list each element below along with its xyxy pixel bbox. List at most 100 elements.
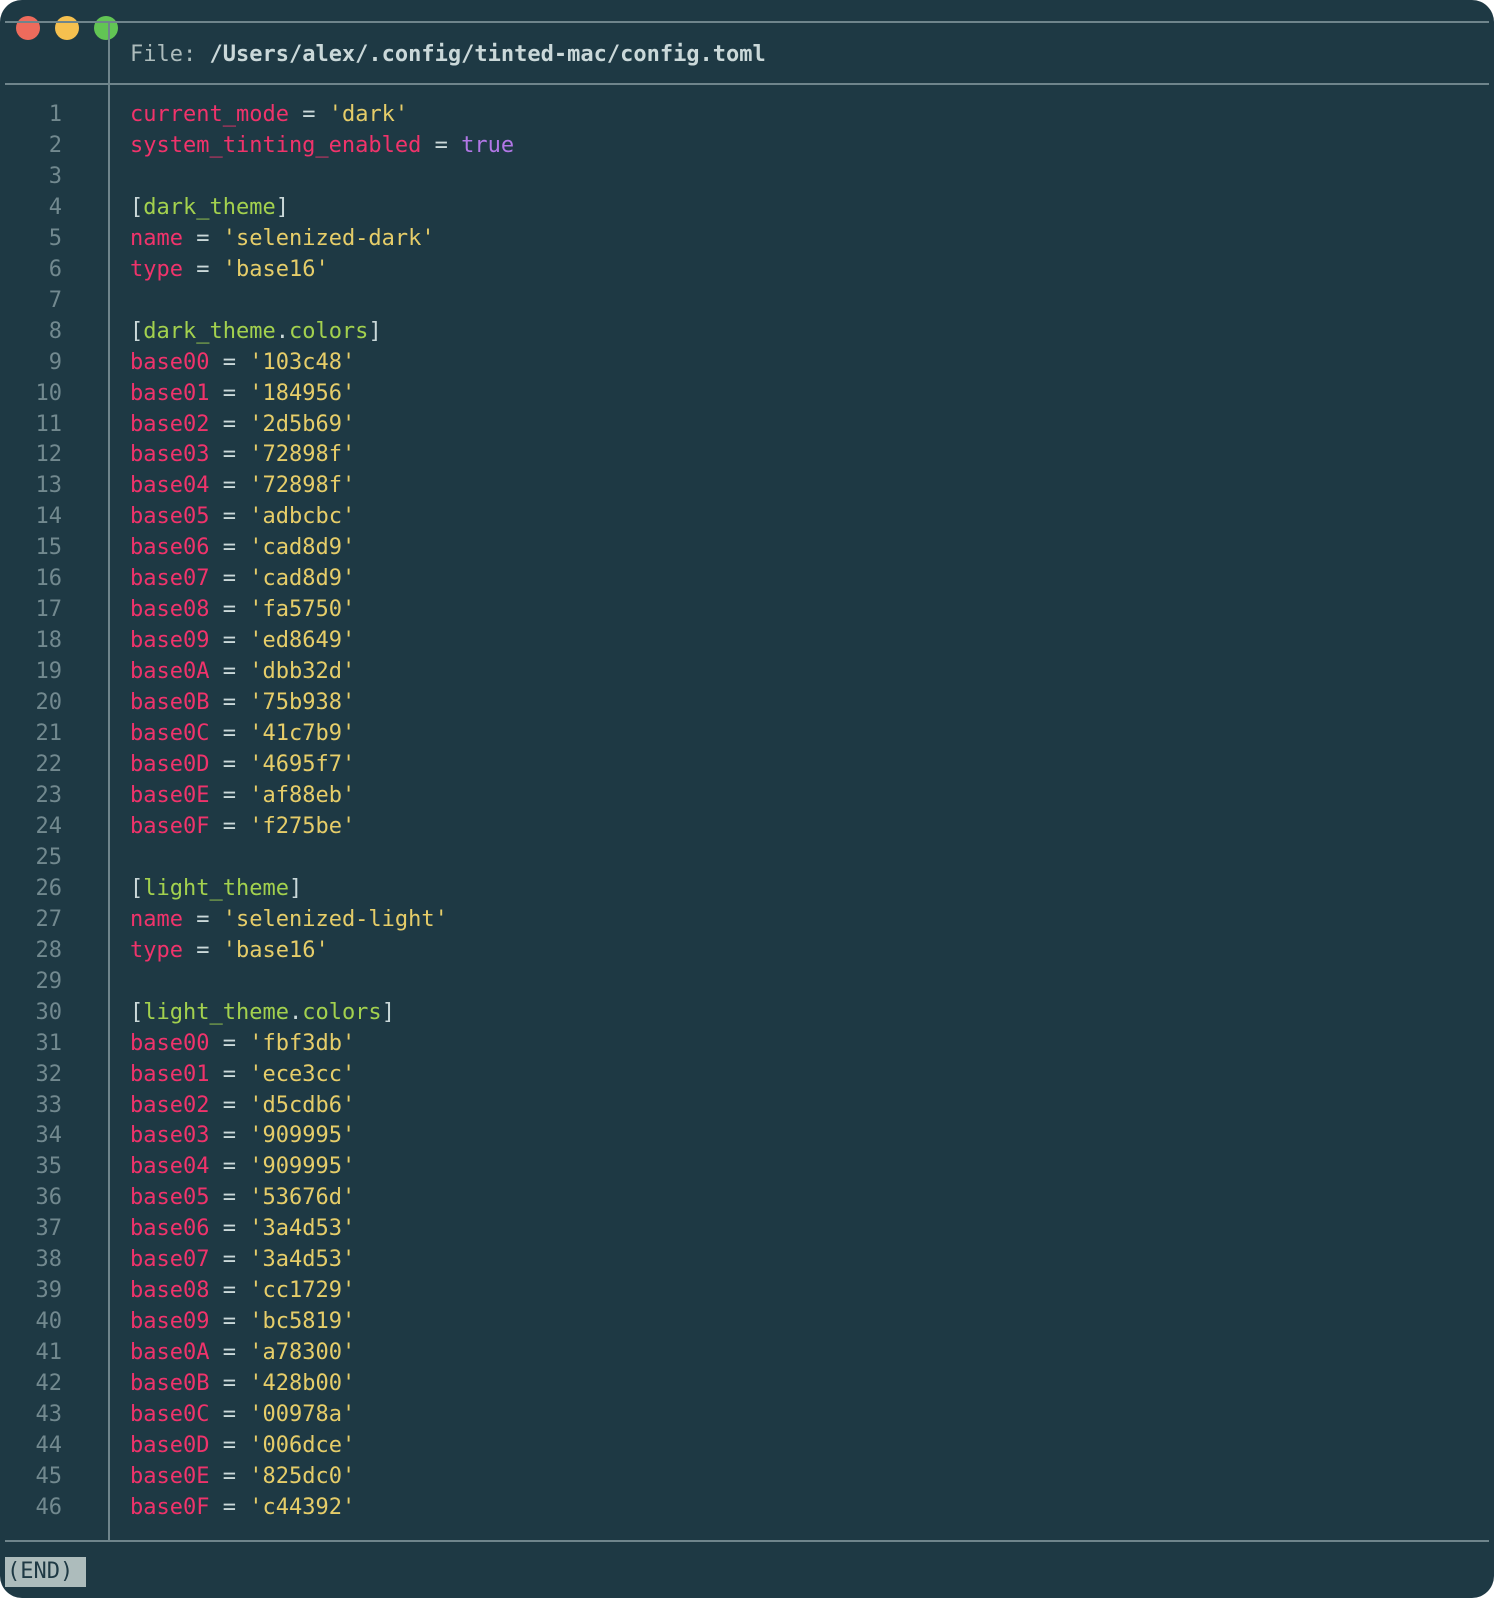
code-line: base00 = 'fbf3db' <box>130 1029 514 1060</box>
toml-string: 'dark' <box>328 102 409 127</box>
toml-string: 'c44392' <box>249 1494 356 1520</box>
toml-equals: = <box>288 102 329 127</box>
toml-equals: = <box>209 721 250 747</box>
line-number: 46 <box>35 1494 63 1520</box>
line-number: 29 <box>35 968 63 994</box>
code-line: base0A = 'dbb32d' <box>130 657 514 688</box>
toml-key: base06 <box>130 1216 210 1242</box>
toml-equals: = <box>209 1309 250 1335</box>
toml-string: '53676d' <box>249 1185 356 1211</box>
header-rule <box>5 83 1489 85</box>
table-bracket-open: [ <box>130 999 144 1025</box>
table-bracket-open: [ <box>130 194 144 220</box>
close-button[interactable] <box>16 16 40 40</box>
toml-equals: = <box>209 349 250 375</box>
line-number: 11 <box>35 411 63 437</box>
code-line: base0D = '006dce' <box>130 1431 514 1462</box>
line-number: 7 <box>48 287 62 313</box>
line-number: 33 <box>35 1092 63 1118</box>
toml-equals: = <box>209 1123 250 1149</box>
table-bracket-open: [ <box>130 318 144 344</box>
line-number: 3 <box>48 163 62 189</box>
line-number: 28 <box>35 937 63 963</box>
line-number: 40 <box>35 1309 63 1335</box>
toml-equals: = <box>209 1371 250 1397</box>
toml-equals: = <box>209 1278 250 1304</box>
toml-key: base0A <box>130 659 210 685</box>
maximize-button[interactable] <box>94 16 118 40</box>
toml-string: 'selenized-light' <box>222 906 448 932</box>
code-line: base06 = '3a4d53' <box>130 1214 514 1245</box>
minimize-button[interactable] <box>55 16 79 40</box>
table-dot: . <box>288 999 303 1025</box>
code-line: base0A = 'a78300' <box>130 1338 514 1369</box>
code-line: name = 'selenized-dark' <box>130 224 514 255</box>
toml-equals: = <box>209 504 250 530</box>
line-number: 39 <box>35 1278 63 1304</box>
line-number: 19 <box>35 659 63 685</box>
line-number: 36 <box>35 1185 63 1211</box>
toml-key: base0F <box>130 813 210 839</box>
code-line: base0C = '41c7b9' <box>130 719 514 750</box>
toml-string: 'cad8d9' <box>249 535 356 561</box>
line-number: 42 <box>35 1371 63 1397</box>
toml-key: base0A <box>130 1340 210 1366</box>
toml-string: '00978a' <box>249 1402 356 1428</box>
line-number: 44 <box>35 1432 63 1458</box>
file-label: File: <box>130 42 210 67</box>
toml-equals: = <box>209 442 250 468</box>
code-line: type = 'base16' <box>130 255 514 286</box>
toml-equals: = <box>209 1402 250 1428</box>
toml-key: base05 <box>130 504 210 530</box>
line-number: 43 <box>35 1402 63 1428</box>
toml-key: base0C <box>130 721 210 747</box>
toml-key: base01 <box>130 380 210 406</box>
toml-equals: = <box>209 1185 250 1211</box>
line-number: 45 <box>35 1463 63 1489</box>
toml-boolean: true <box>461 132 515 158</box>
code-line: system_tinting_enabled = true <box>130 131 514 162</box>
code-line: base04 = '72898f' <box>130 471 514 502</box>
toml-string: 'a78300' <box>249 1340 356 1366</box>
toml-key: base03 <box>130 1123 210 1149</box>
toml-key: base00 <box>130 1030 210 1056</box>
pager-status: (END) <box>5 1557 87 1587</box>
toml-string: 'ece3cc' <box>249 1061 356 1087</box>
toml-equals: = <box>182 906 223 932</box>
line-number: 38 <box>35 1247 63 1273</box>
toml-string: 'base16' <box>222 937 329 963</box>
toml-equals: = <box>209 597 250 623</box>
line-number: 34 <box>35 1123 63 1149</box>
toml-key: base09 <box>130 1309 210 1335</box>
line-number: 37 <box>35 1216 63 1242</box>
toml-equals: = <box>209 1092 250 1118</box>
code-line: base09 = 'ed8649' <box>130 626 514 657</box>
line-number: 1 <box>48 102 62 127</box>
toml-string: '75b938' <box>249 690 356 716</box>
toml-string: '3a4d53' <box>249 1247 356 1273</box>
line-number: 21 <box>35 721 63 747</box>
toml-equals: = <box>209 690 250 716</box>
toml-key: base07 <box>130 1247 210 1273</box>
pager-window: File: /Users/alex/.config/tinted-mac/con… <box>0 0 1494 1598</box>
toml-key: base05 <box>130 1185 210 1211</box>
line-number: 25 <box>35 844 63 870</box>
line-number: 8 <box>48 318 62 344</box>
line-number: 22 <box>35 752 63 778</box>
table-bracket-close: ] <box>368 318 382 344</box>
toml-string: 'base16' <box>222 256 329 282</box>
toml-equals: = <box>209 411 250 437</box>
toml-key: base0C <box>130 1402 210 1428</box>
toml-equals: = <box>182 225 223 251</box>
line-number: 14 <box>35 504 63 530</box>
toml-equals: = <box>182 937 223 963</box>
line-number: 30 <box>35 999 63 1025</box>
code-line: base0C = '00978a' <box>130 1400 514 1431</box>
line-number: 32 <box>35 1061 63 1087</box>
toml-key: base0E <box>130 782 210 808</box>
line-number: 16 <box>35 566 63 592</box>
toml-string: '72898f' <box>249 473 356 499</box>
